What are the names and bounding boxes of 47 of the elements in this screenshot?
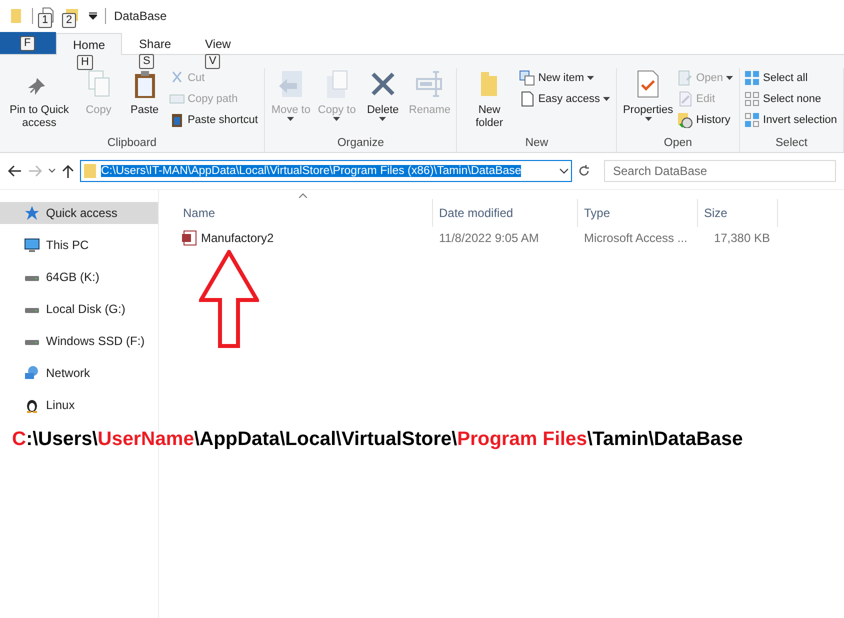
column-header[interactable]: Size [698, 199, 778, 227]
sidebar-item[interactable]: Quick access [0, 202, 158, 224]
ribbon-button[interactable]: Easy access [519, 89, 612, 109]
ribbon-button[interactable]: Properties [620, 68, 676, 137]
column-header[interactable]: Name [177, 199, 433, 227]
ribbon-button[interactable]: Paste [122, 68, 167, 137]
ribbon-button[interactable]: Paste shortcut [168, 110, 260, 130]
ribbon-button[interactable]: Invert selection [744, 110, 839, 130]
keytip: 2 [62, 13, 76, 28]
annotation-text: C:\Users\UserName\AppData\Local\VirtualStore\Program Files\Tamin\DataBase [12, 428, 743, 451]
address-path: C:\Users\IT-MAN\AppData\Local\VirtualStore\Program Files (x86)\Tamin\DataBase [101, 165, 522, 177]
group-label: Open [662, 137, 694, 151]
group-label: Organize [336, 137, 386, 151]
search-field[interactable]: Search DataBase [604, 160, 836, 182]
sidebar-item[interactable]: Linux [0, 394, 158, 416]
keytip: 1 [38, 13, 52, 28]
sidebar-item[interactable]: Windows SSD (F:) [0, 330, 158, 352]
group-label: Select [774, 137, 808, 151]
column-header[interactable]: Type [578, 199, 698, 227]
sidebar-item[interactable]: 64GB (K:) [0, 266, 158, 288]
window-title: DataBase [114, 9, 167, 23]
column-header[interactable]: Date modified [433, 199, 578, 227]
keytip: F [20, 36, 35, 51]
ribbon-button[interactable]: Pin to Quick access [4, 68, 75, 137]
ribbon-button[interactable]: History [677, 110, 736, 130]
file-tab[interactable]: F [0, 32, 56, 54]
table-cell-text: Microsoft Access ... [583, 231, 688, 245]
sidebar-item[interactable]: Local Disk (G:) [0, 298, 158, 320]
ribbon-button[interactable]: New item [519, 68, 612, 88]
group-label: Clipboard [106, 137, 158, 151]
table-cell-text: 17,380 KB [712, 231, 771, 245]
group-label: New [524, 137, 550, 151]
table-cell-text: 11/8/2022 9:05 AM [438, 231, 540, 245]
table-cell[interactable]: Manufactory2 [177, 230, 433, 246]
ribbon-button[interactable]: New folder [461, 68, 518, 137]
ribbon-tab[interactable]: View [188, 32, 248, 54]
keytip: S [139, 54, 154, 69]
sidebar-item[interactable]: This PC [0, 234, 158, 256]
ribbon-tab[interactable]: Share [122, 32, 188, 54]
ribbon-tab[interactable]: Home [56, 33, 122, 55]
ribbon-button[interactable]: Select all [744, 68, 839, 88]
keytip: H [77, 55, 93, 70]
address-field[interactable]: C:\Users\IT-MAN\AppData\Local\VirtualStore\Program Files (x86)\Tamin\DataBase [80, 160, 572, 182]
keytip: V [205, 54, 220, 69]
sidebar-item[interactable]: Network [0, 362, 158, 384]
ribbon-button[interactable]: Delete [360, 68, 405, 137]
ribbon-button[interactable]: Select none [744, 89, 839, 109]
